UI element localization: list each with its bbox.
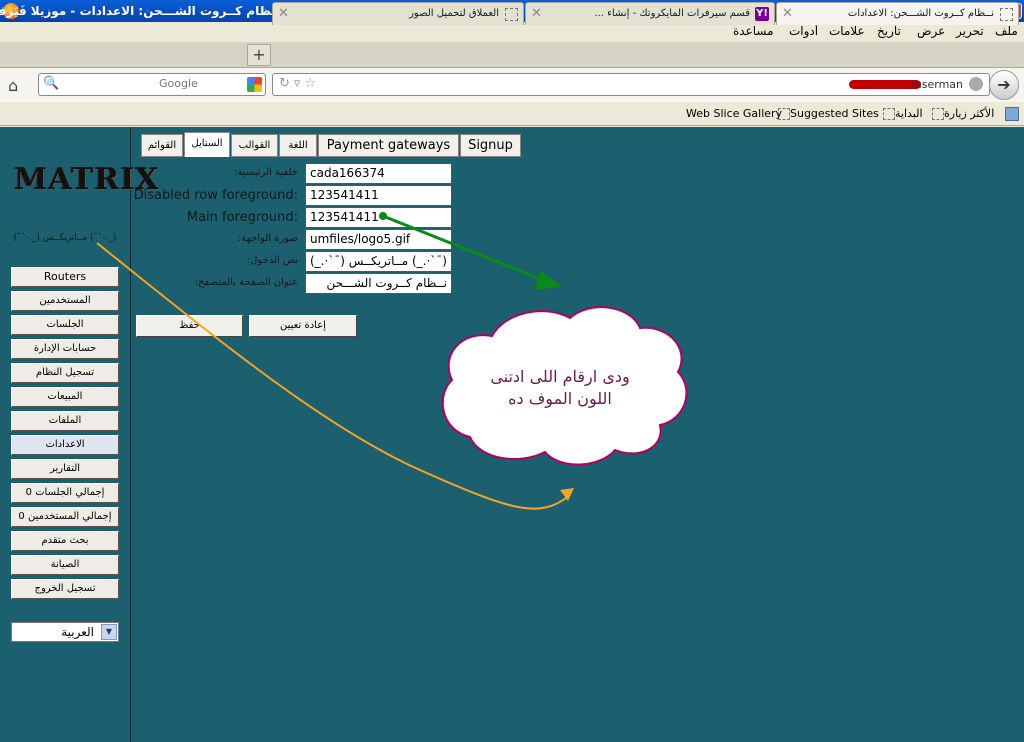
sidebar-item-sessions[interactable]: الجلسات bbox=[11, 315, 119, 335]
logo-subtitle: (¯`·._) مــاتريكــس (¯`·._) bbox=[13, 233, 117, 243]
close-tab-icon[interactable]: ✕ bbox=[278, 6, 289, 21]
globe-icon bbox=[969, 77, 983, 91]
bookmark-icon bbox=[883, 108, 895, 120]
url-text: /userman bbox=[911, 78, 963, 91]
language-select[interactable]: العربية ▼ bbox=[11, 622, 119, 642]
sidebar-item-users[interactable]: المستخدمين bbox=[11, 291, 119, 311]
sidebar-item-settings[interactable]: الاعدادات bbox=[11, 435, 119, 455]
sidebar-item-routers[interactable]: Routers bbox=[11, 267, 119, 287]
tab-bar bbox=[0, 42, 1024, 68]
logo: MATRIX bbox=[14, 162, 160, 197]
save-button[interactable]: حفظ bbox=[136, 315, 243, 337]
new-tab-button[interactable]: + bbox=[247, 44, 271, 66]
tab-templates[interactable]: القوالب bbox=[231, 134, 278, 157]
sidebar-divider bbox=[130, 127, 131, 742]
search-icon: 🔍 bbox=[43, 76, 60, 91]
annotation-line-1: ودى ارقام اللى ادتنى bbox=[490, 367, 630, 386]
bookmark-icon bbox=[932, 108, 944, 120]
bookmark-start[interactable]: البداية bbox=[879, 107, 923, 120]
menu-file[interactable]: ملف bbox=[995, 24, 1018, 38]
sidebar-item-sales[interactable]: المبيعات bbox=[11, 387, 119, 407]
menu-tools[interactable]: أدوات bbox=[789, 24, 818, 38]
menu-view[interactable]: عرض bbox=[917, 24, 945, 38]
field-label-front-image: :صورة الواجهة bbox=[237, 233, 298, 244]
sidebar-item-total-sessions[interactable]: إجمالي الجلسات 0 bbox=[11, 483, 119, 503]
menu-edit[interactable]: تحرير bbox=[956, 24, 984, 38]
search-input[interactable] bbox=[159, 77, 239, 90]
close-tab-icon[interactable]: ✕ bbox=[782, 6, 793, 21]
tab-settings[interactable]: نــظام كــروت الشـــحن: الاعدادات ✕ bbox=[776, 2, 1019, 25]
bookmarks-bar: الأكثر زيارة البداية Suggested Sites Web… bbox=[0, 102, 1024, 126]
menu-history[interactable]: تأريخ bbox=[877, 24, 901, 38]
menu-bar: ملف تحرير عرض تأريخ علامات أدوات مساعدة bbox=[0, 22, 1024, 42]
field-label-main-fg: Main foreground: bbox=[186, 210, 298, 225]
menu-bookmarks[interactable]: علامات bbox=[829, 24, 865, 38]
tab-signup[interactable]: Signup bbox=[460, 134, 521, 157]
tab-language[interactable]: اللغة bbox=[279, 134, 317, 157]
sidebar-item-admin-accounts[interactable]: حسابات الإدارة bbox=[11, 339, 119, 359]
tab-mikrotik[interactable]: Y! قسم سيرفرات المايكروتك - إنشاء ... ✕ bbox=[525, 2, 775, 25]
language-value: العربية bbox=[61, 625, 94, 639]
bookmarks-menu-icon[interactable] bbox=[1005, 107, 1019, 121]
navigation-bar: ⌂ 🔍 ↻▿☆ /userman ➔ bbox=[0, 68, 1024, 102]
field-label-page-title: :عنوان الصفحة بالمتصفح bbox=[194, 277, 298, 288]
tab-label: قسم سيرفرات المايكروتك - إنشاء ... bbox=[594, 8, 750, 19]
field-label-login-text: :نص الدخول bbox=[246, 255, 298, 266]
bookmark-suggested[interactable]: Suggested Sites bbox=[774, 107, 879, 120]
main-background-input[interactable]: cada166374 bbox=[305, 163, 452, 184]
tab-upload[interactable]: العملاق لتحميل الصور ✕ bbox=[272, 2, 524, 25]
tab-payment-gateways[interactable]: Payment gateways bbox=[318, 134, 459, 157]
google-icon[interactable] bbox=[247, 77, 262, 92]
bookmark-most-visited[interactable]: الأكثر زيارة bbox=[928, 107, 994, 120]
page-icon bbox=[1000, 8, 1013, 21]
annotation-line-2: اللون الموف ده bbox=[508, 389, 612, 408]
tab-label: نــظام كــروت الشـــحن: الاعدادات bbox=[847, 8, 994, 19]
sidebar-item-maintenance[interactable]: الصيانة bbox=[11, 555, 119, 575]
reload-star-icons[interactable]: ↻▿☆ bbox=[279, 76, 320, 91]
reset-button[interactable]: إعادة تعيين bbox=[249, 315, 357, 337]
sidebar-item-reports[interactable]: التقارير bbox=[11, 459, 119, 479]
tab-lists[interactable]: القوائم bbox=[141, 134, 183, 157]
page-title-input[interactable]: نــظام كــروت الشـــحن bbox=[305, 273, 452, 294]
disabled-row-fg-input[interactable]: 123541411 bbox=[305, 185, 452, 206]
address-bar[interactable]: ↻▿☆ /userman bbox=[272, 73, 990, 96]
tab-style[interactable]: الستايل bbox=[184, 132, 230, 157]
page-icon bbox=[505, 8, 518, 21]
field-label-disabled-row-fg: Disabled row foreground: bbox=[133, 188, 298, 203]
sidebar-nav: Routers المستخدمين الجلسات حسابات الإدار… bbox=[11, 267, 119, 603]
window-title: نــظام كــروت الشـــحن: الاعدادات - موزي… bbox=[0, 4, 284, 18]
bookmark-web-slice[interactable]: Web Slice Gallery bbox=[686, 107, 782, 120]
menu-help[interactable]: مساعدة bbox=[733, 24, 774, 38]
tab-label: العملاق لتحميل الصور bbox=[409, 8, 499, 19]
sidebar-item-logout[interactable]: تسجيل الخروج bbox=[11, 579, 119, 599]
go-arrow-icon[interactable]: ➔ bbox=[989, 70, 1019, 100]
home-icon[interactable]: ⌂ bbox=[8, 76, 18, 95]
sidebar-item-files[interactable]: الملفات bbox=[11, 411, 119, 431]
annotation-text: ودى ارقام اللى ادتنى اللون الموف ده bbox=[455, 366, 665, 410]
yahoo-icon: Y! bbox=[755, 7, 769, 21]
sidebar-item-total-users[interactable]: إجمالي المستخدمين 0 bbox=[11, 507, 119, 527]
field-label-main-background: :خلفية الرئيسية bbox=[234, 167, 298, 178]
close-tab-icon[interactable]: ✕ bbox=[531, 6, 542, 21]
sidebar-item-advanced-search[interactable]: بحث متقدم bbox=[11, 531, 119, 551]
main-fg-input[interactable]: 123541411 bbox=[305, 207, 452, 228]
login-text-input[interactable]: (¯`·._) مــاتريكــس (¯`·._) bbox=[305, 251, 452, 272]
sidebar-item-system-log[interactable]: تسجيل النظام bbox=[11, 363, 119, 383]
search-box[interactable]: 🔍 bbox=[38, 73, 266, 96]
front-image-input[interactable]: umfiles/logo5.gif bbox=[305, 229, 452, 250]
chevron-down-icon: ▼ bbox=[101, 624, 117, 640]
page-content bbox=[0, 127, 1024, 742]
